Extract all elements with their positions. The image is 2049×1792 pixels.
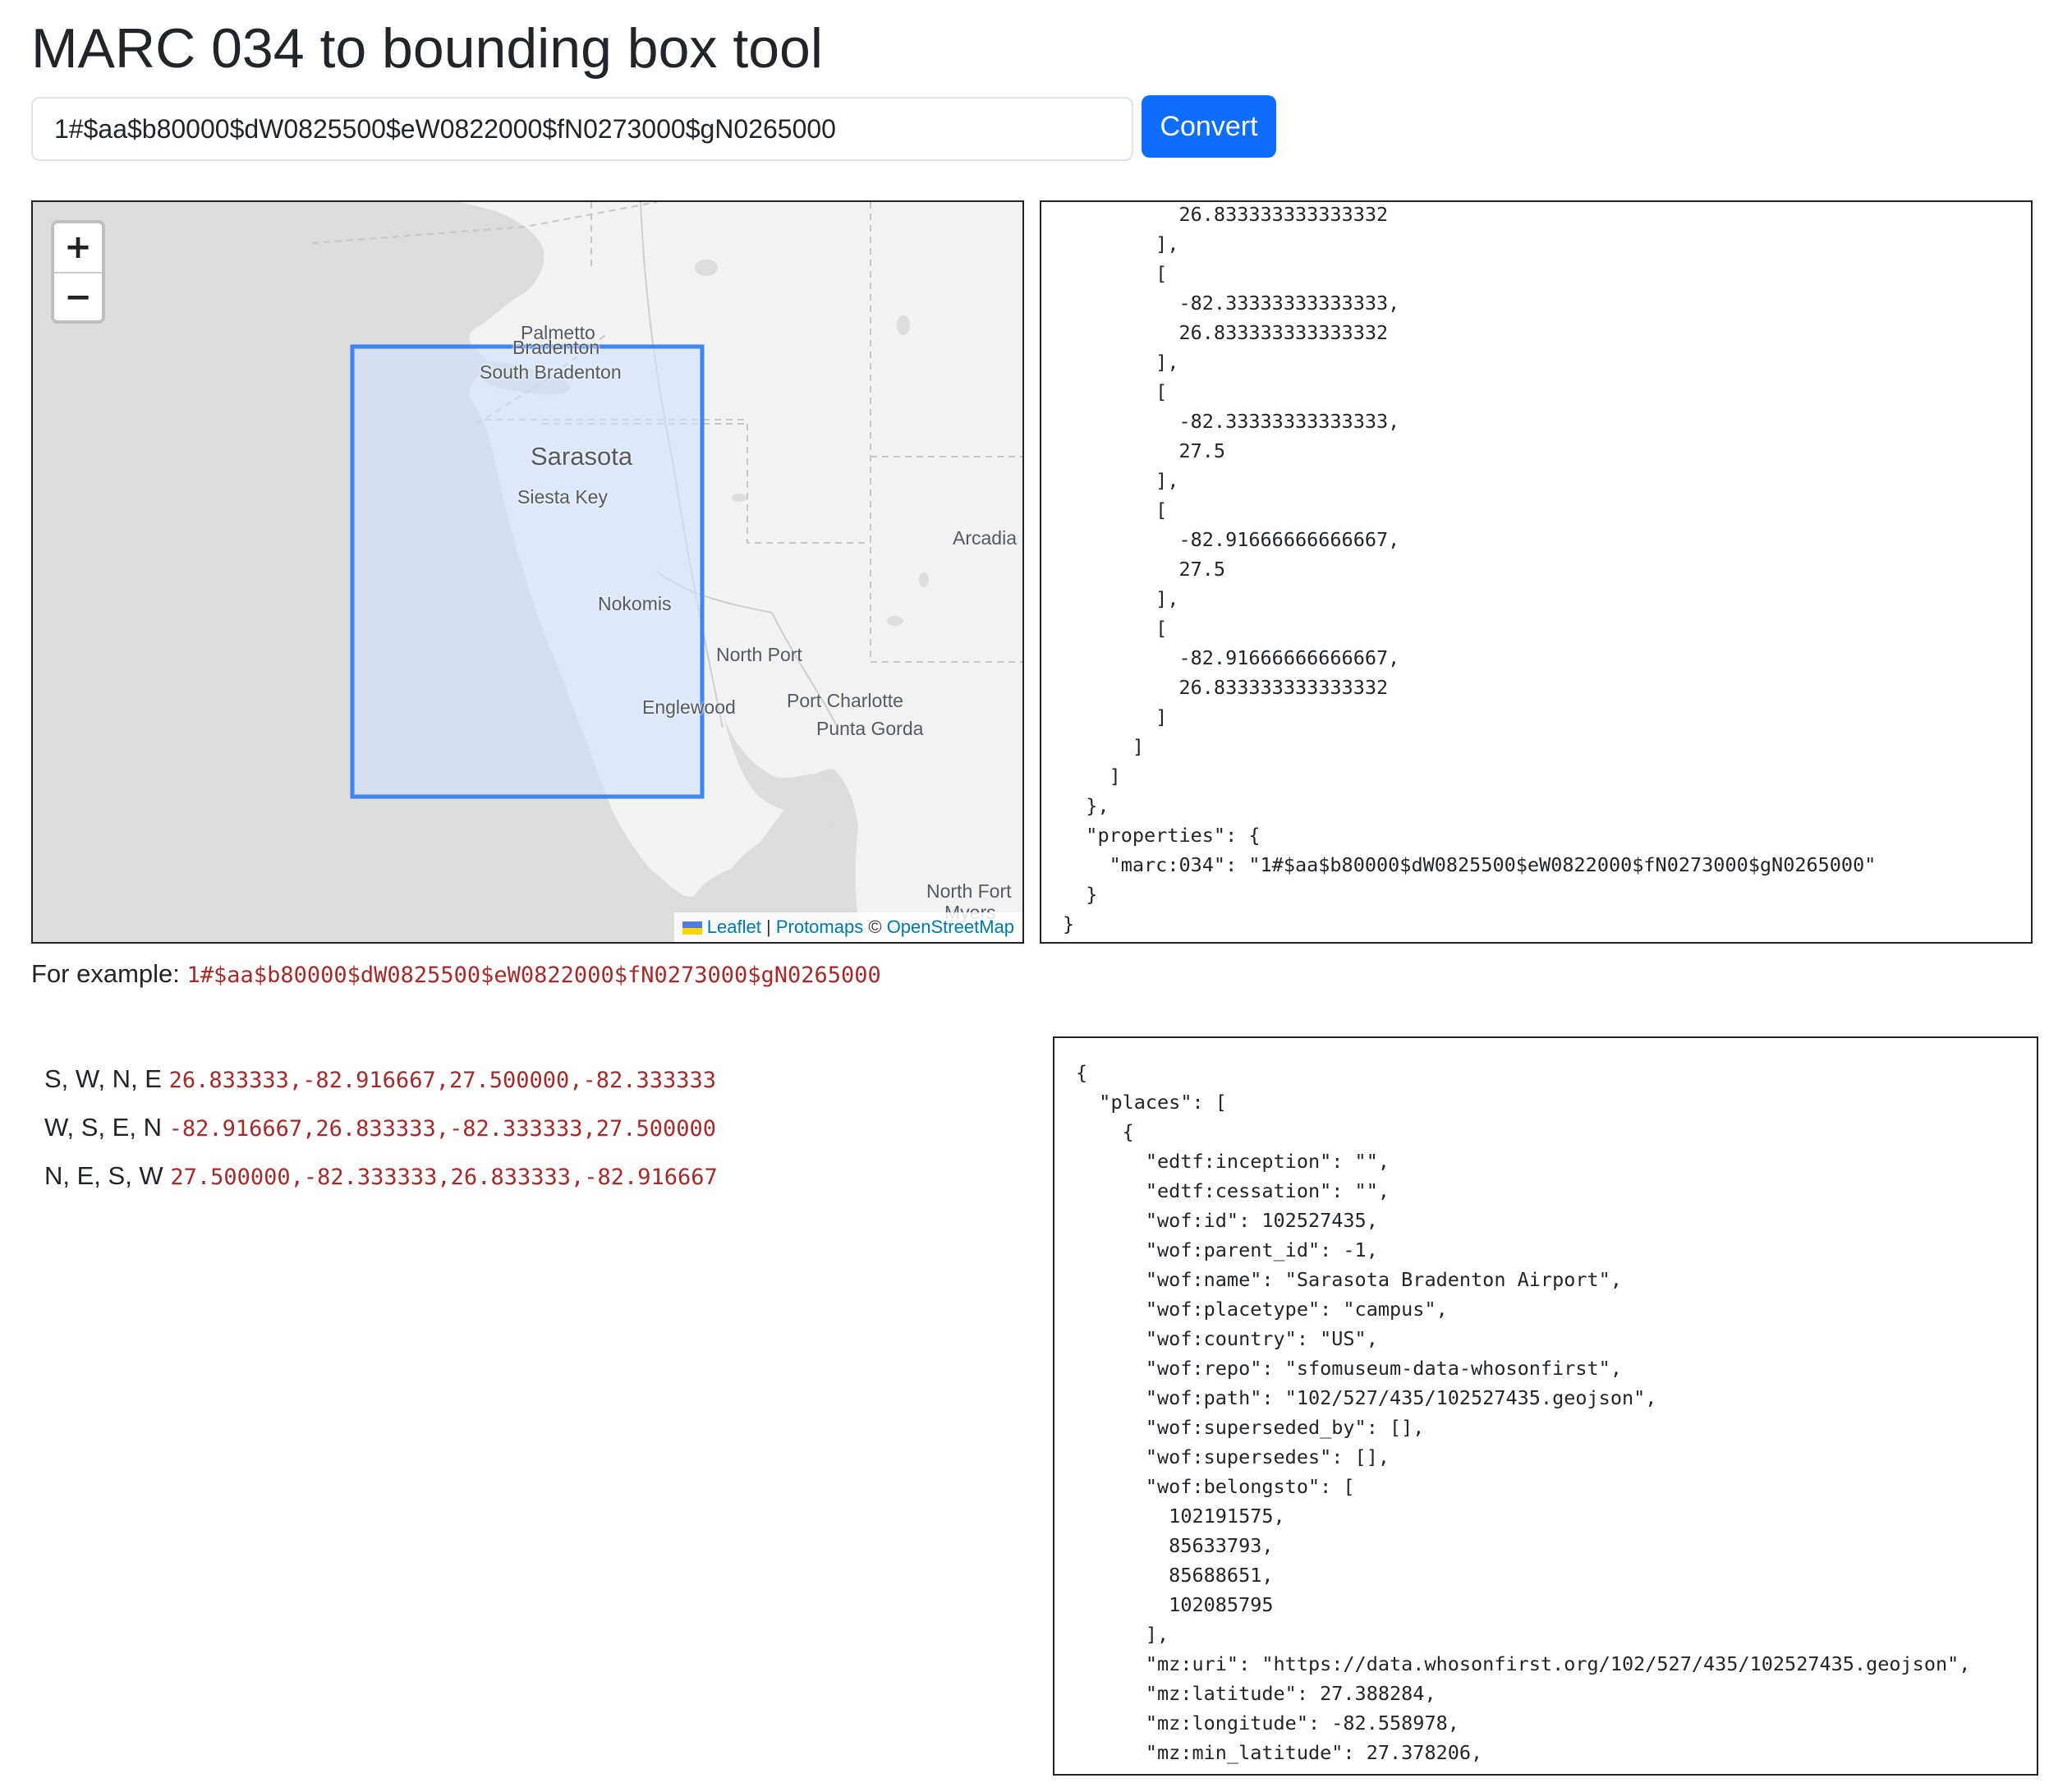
map-label-port-charlotte: Port Charlotte [787,690,903,711]
map-label-north-port: North Port [716,644,802,665]
bbox-format-value: -82.916667,26.833333,-82.333333,27.50000… [168,1116,717,1142]
map-label-north-fort: North Fort [926,880,1012,902]
leaflet-link[interactable]: Leaflet [707,917,761,937]
example-value: 1#$aa$b80000$dW0825500$eW0822000$fN02730… [186,963,881,988]
map-label-bradenton: Bradenton [512,337,600,358]
zoom-out-button[interactable]: − [54,272,102,320]
bbox-format-swne: S, W, N, E 26.833333,-82.916667,27.50000… [44,1063,716,1097]
bbox-format-label: W, S, E, N [44,1113,162,1142]
map[interactable]: + − Palmetto Bradenton South Bradenton S… [31,200,1024,944]
map-basemap[interactable] [33,202,1024,944]
geojson-output-text: 26.833333333333332 ], [ -82.333333333333… [1063,203,1877,935]
zoom-in-button[interactable]: + [54,223,102,272]
bbox-format-nesw: N, E, S, W 27.500000,-82.333333,26.83333… [44,1160,718,1194]
example-label: For example: [31,959,180,988]
marc-034-input[interactable] [31,97,1133,161]
example-line: For example: 1#$aa$b80000$dW0825500$eW08… [31,958,881,992]
places-output-text: { "places": [ { "edtf:inception": "", "e… [1076,1061,1971,1774]
copyright-symbol: © [868,917,882,937]
ukraine-flag-icon [682,921,702,935]
convert-button[interactable]: Convert [1142,95,1276,158]
protomaps-link[interactable]: Protomaps [776,917,863,937]
geojson-output[interactable]: 26.833333333333332 ], [ -82.333333333333… [1040,200,2033,944]
attribution-separator: | [765,917,771,937]
map-label-englewood: Englewood [642,696,736,718]
map-label-siesta-key: Siesta Key [517,486,608,508]
bounding-box-overlay [350,344,705,799]
map-label-nokomis: Nokomis [598,593,672,614]
zoom-control: + − [51,220,105,324]
bbox-format-label: S, W, N, E [44,1064,162,1093]
map-attribution: Leaflet | Protomaps © OpenStreetMap [673,912,1022,942]
map-label-sarasota: Sarasota [531,442,633,471]
places-output[interactable]: { "places": [ { "edtf:inception": "", "e… [1053,1036,2038,1776]
map-label-punta-gorda: Punta Gorda [816,718,924,739]
bbox-format-value: 27.500000,-82.333333,26.833333,-82.91666… [170,1165,718,1190]
page-title: MARC 034 to bounding box tool [31,17,823,80]
bbox-format-value: 26.833333,-82.916667,27.500000,-82.33333… [168,1068,717,1093]
openstreetmap-link[interactable]: OpenStreetMap [887,917,1014,937]
bbox-format-label: N, E, S, W [44,1161,163,1190]
bbox-format-wsen: W, S, E, N -82.916667,26.833333,-82.3333… [44,1111,716,1146]
map-label-south-bradenton: South Bradenton [480,361,622,383]
map-label-arcadia: Arcadia [953,527,1017,549]
